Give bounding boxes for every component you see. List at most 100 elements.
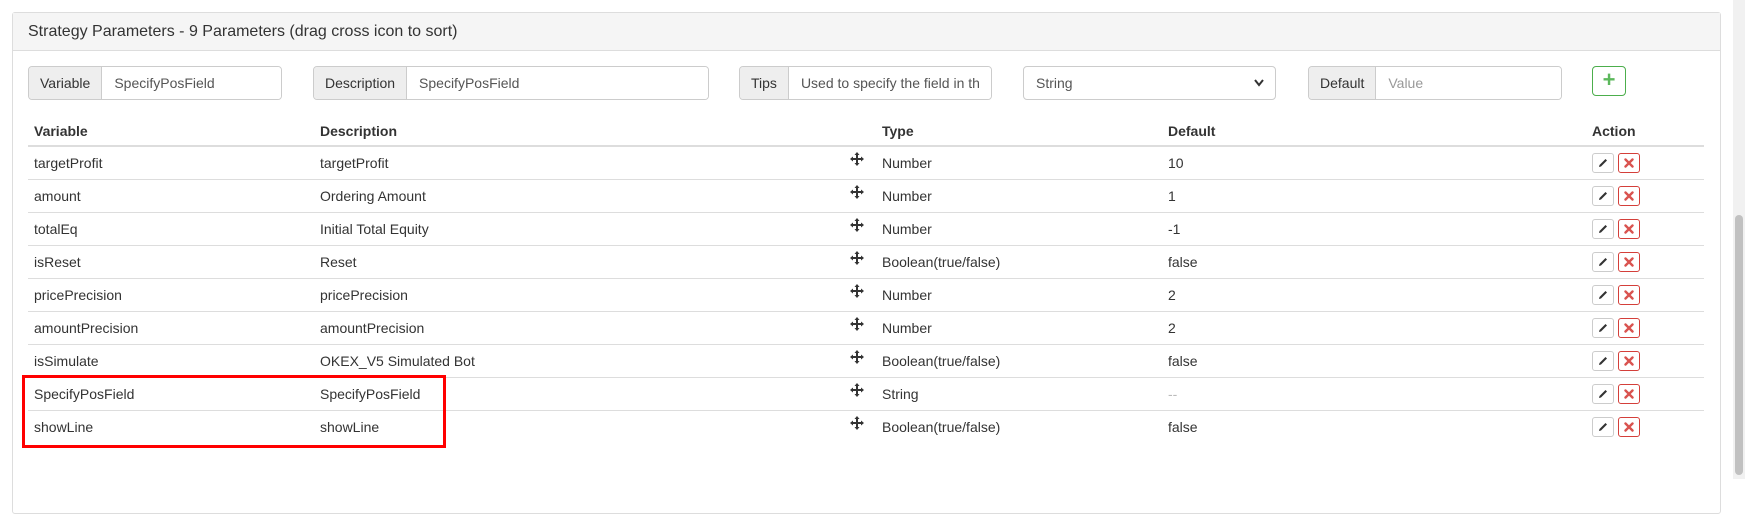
edit-button[interactable] bbox=[1592, 186, 1614, 206]
table-row-totalEq: totalEq Initial Total Equity Number -1 bbox=[28, 212, 1704, 246]
type-select[interactable]: String bbox=[1023, 66, 1276, 100]
move-cross-icon[interactable] bbox=[849, 383, 865, 404]
header-type: Type bbox=[876, 116, 1162, 147]
cell-type: Number bbox=[876, 179, 1162, 213]
cell-type: Number bbox=[876, 311, 1162, 345]
move-cross-icon[interactable] bbox=[849, 416, 865, 437]
variable-input[interactable] bbox=[102, 67, 281, 99]
cell-type: Number bbox=[876, 278, 1162, 312]
header-default: Default bbox=[1162, 116, 1586, 147]
move-cross-icon[interactable] bbox=[849, 218, 865, 239]
cell-description-wrap: pricePrecision bbox=[314, 278, 876, 312]
table-header-row: Variable Description Type Default Action bbox=[28, 116, 1704, 147]
panel-title: Strategy Parameters - 9 Parameters (drag… bbox=[13, 13, 1720, 51]
cell-description-wrap: Initial Total Equity bbox=[314, 212, 876, 246]
table-row-pricePrecision: pricePrecision pricePrecision Number 2 bbox=[28, 278, 1704, 312]
close-x-icon bbox=[1624, 158, 1634, 168]
delete-button[interactable] bbox=[1618, 384, 1640, 404]
delete-button[interactable] bbox=[1618, 318, 1640, 338]
delete-button[interactable] bbox=[1618, 153, 1640, 173]
delete-button[interactable] bbox=[1618, 285, 1640, 305]
delete-button[interactable] bbox=[1618, 219, 1640, 239]
close-x-icon bbox=[1624, 290, 1634, 300]
cell-variable: amountPrecision bbox=[28, 311, 314, 345]
edit-button[interactable] bbox=[1592, 219, 1614, 239]
cell-default: false bbox=[1162, 410, 1586, 443]
cell-variable: isSimulate bbox=[28, 344, 314, 378]
table-row-amountPrecision: amountPrecision amountPrecision Number 2 bbox=[28, 311, 1704, 345]
pencil-icon bbox=[1599, 225, 1607, 233]
default-label: Default bbox=[1309, 67, 1377, 99]
cell-action bbox=[1586, 145, 1704, 180]
cell-type: Boolean(true/false) bbox=[876, 410, 1162, 443]
move-cross-icon[interactable] bbox=[849, 251, 865, 272]
variable-label: Variable bbox=[29, 67, 103, 99]
pencil-icon bbox=[1599, 423, 1607, 431]
cell-description: OKEX_V5 Simulated Bot bbox=[320, 353, 475, 369]
delete-button[interactable] bbox=[1618, 417, 1640, 437]
cell-description: amountPrecision bbox=[320, 320, 425, 336]
cell-action bbox=[1586, 410, 1704, 443]
cell-description: Ordering Amount bbox=[320, 188, 426, 204]
delete-button[interactable] bbox=[1618, 351, 1640, 371]
pencil-icon bbox=[1599, 357, 1607, 365]
cell-type: String bbox=[876, 377, 1162, 411]
edit-button[interactable] bbox=[1592, 285, 1614, 305]
move-cross-icon[interactable] bbox=[849, 317, 865, 338]
cell-description-wrap: Reset bbox=[314, 245, 876, 279]
cell-action bbox=[1586, 179, 1704, 213]
highlight-annotation-box bbox=[22, 375, 446, 448]
header-action: Action bbox=[1586, 116, 1704, 147]
cell-description-wrap: OKEX_V5 Simulated Bot bbox=[314, 344, 876, 378]
close-x-icon bbox=[1624, 356, 1634, 366]
cell-action bbox=[1586, 278, 1704, 312]
tips-input[interactable] bbox=[788, 67, 991, 99]
close-x-icon bbox=[1624, 323, 1634, 333]
pencil-icon bbox=[1599, 192, 1607, 200]
cell-action bbox=[1586, 212, 1704, 246]
move-cross-icon[interactable] bbox=[849, 152, 865, 173]
add-parameter-button[interactable]: + bbox=[1592, 66, 1626, 96]
cell-type: Number bbox=[876, 212, 1162, 246]
cell-action bbox=[1586, 377, 1704, 411]
cell-action bbox=[1586, 245, 1704, 279]
tips-label: Tips bbox=[740, 67, 789, 99]
move-cross-icon[interactable] bbox=[849, 350, 865, 371]
cell-variable: isReset bbox=[28, 245, 314, 279]
cell-description-wrap: targetProfit bbox=[314, 145, 876, 180]
move-cross-icon[interactable] bbox=[849, 185, 865, 206]
edit-button[interactable] bbox=[1592, 252, 1614, 272]
chevron-down-icon bbox=[1253, 67, 1265, 112]
table-row-targetProfit: targetProfit targetProfit Number 10 bbox=[28, 145, 1704, 180]
pencil-icon bbox=[1599, 291, 1607, 299]
close-x-icon bbox=[1624, 257, 1634, 267]
cell-default: false bbox=[1162, 344, 1586, 378]
cell-variable: amount bbox=[28, 179, 314, 213]
cell-variable: pricePrecision bbox=[28, 278, 314, 312]
cell-description-wrap: amountPrecision bbox=[314, 311, 876, 345]
tips-input-group: Tips bbox=[739, 66, 992, 100]
default-input[interactable] bbox=[1376, 67, 1561, 99]
delete-button[interactable] bbox=[1618, 186, 1640, 206]
cell-default: 10 bbox=[1162, 145, 1586, 180]
type-select-value: String bbox=[1036, 75, 1073, 91]
description-label: Description bbox=[314, 67, 408, 99]
move-cross-icon[interactable] bbox=[849, 284, 865, 305]
cell-default: 1 bbox=[1162, 179, 1586, 213]
description-input[interactable] bbox=[407, 67, 708, 99]
variable-input-group: Variable bbox=[28, 66, 282, 100]
cell-variable: targetProfit bbox=[28, 145, 314, 180]
edit-button[interactable] bbox=[1592, 351, 1614, 371]
edit-button[interactable] bbox=[1592, 417, 1614, 437]
pencil-icon bbox=[1599, 159, 1607, 167]
close-x-icon bbox=[1624, 224, 1634, 234]
edit-button[interactable] bbox=[1592, 384, 1614, 404]
edit-button[interactable] bbox=[1592, 318, 1614, 338]
cell-default: -- bbox=[1162, 377, 1586, 411]
close-x-icon bbox=[1624, 191, 1634, 201]
delete-button[interactable] bbox=[1618, 252, 1640, 272]
table-row-amount: amount Ordering Amount Number 1 bbox=[28, 179, 1704, 213]
edit-button[interactable] bbox=[1592, 153, 1614, 173]
cell-description-wrap: Ordering Amount bbox=[314, 179, 876, 213]
page-scrollbar-thumb[interactable] bbox=[1735, 215, 1743, 475]
